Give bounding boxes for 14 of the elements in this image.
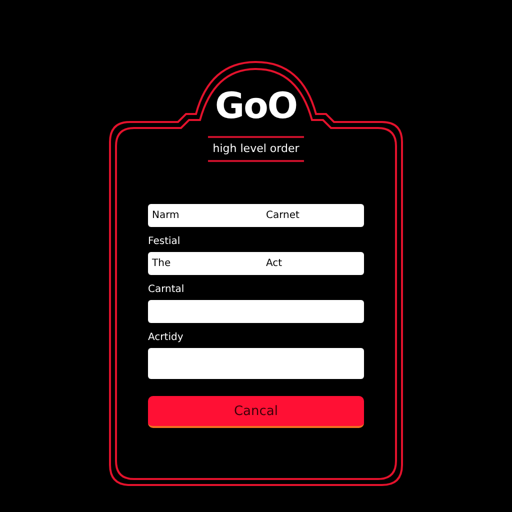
input-field[interactable] [148, 348, 364, 379]
field-value: Act [266, 258, 282, 269]
field-value: Carnet [266, 210, 300, 221]
field-label: Acrtidy [148, 332, 184, 344]
input-field[interactable]: The Act [148, 252, 364, 275]
input-field[interactable]: Narm Carnet [148, 204, 364, 227]
input-field[interactable] [148, 300, 364, 323]
field-label: Festial [148, 236, 182, 248]
logo: GoO [215, 86, 297, 128]
tagline: high level order [212, 142, 300, 156]
field-value: Narm [152, 210, 180, 221]
cancel-button[interactable]: Cancal [148, 396, 364, 428]
field-value: The [152, 258, 172, 269]
field-label: Carntal [148, 284, 186, 296]
